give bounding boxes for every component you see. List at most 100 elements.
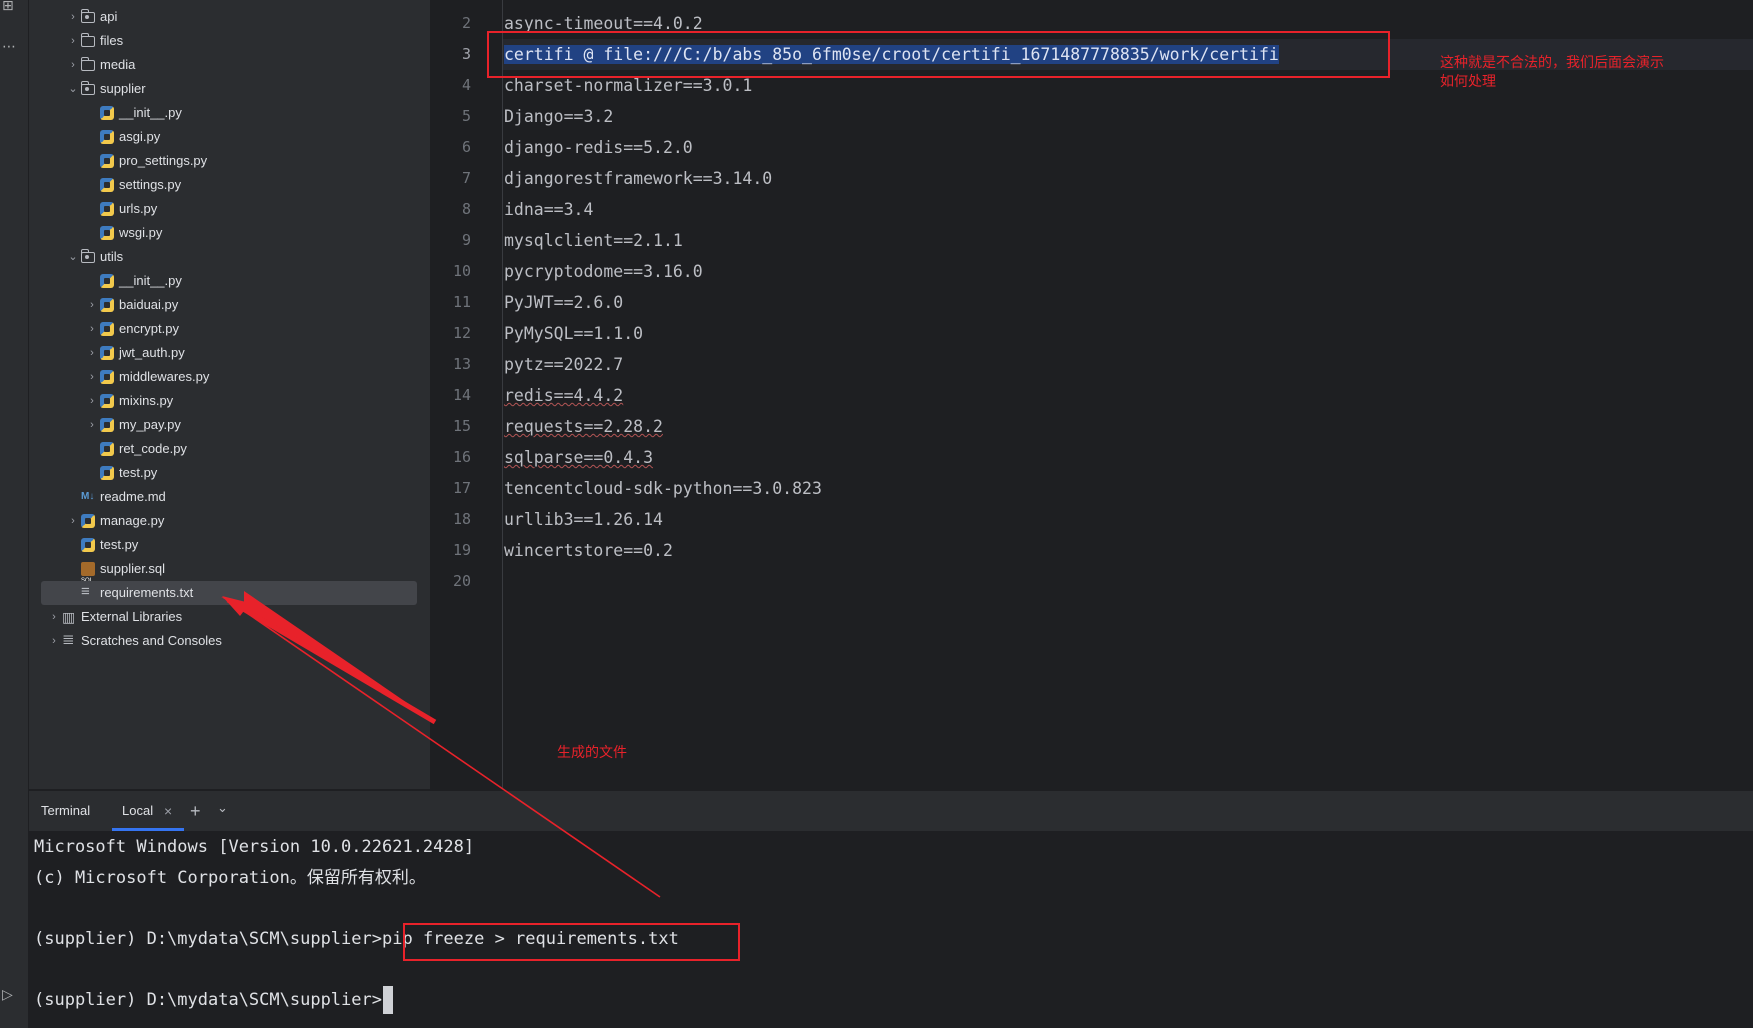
- tree-item[interactable]: ⌄ supplier: [29, 77, 430, 101]
- chevron-right-icon[interactable]: ›: [48, 629, 60, 653]
- tree-item[interactable]: › jwt_auth.py: [29, 341, 430, 365]
- tree-item-label: files: [100, 33, 124, 48]
- code-line[interactable]: sqlparse==0.4.3: [504, 442, 653, 473]
- tree-item[interactable]: › baiduai.py: [29, 293, 430, 317]
- python-file-icon: [100, 298, 114, 312]
- tree-item[interactable]: __init__.py: [29, 269, 430, 293]
- tree-item[interactable]: supplier.sql: [29, 557, 430, 593]
- terminal-output[interactable]: Microsoft Windows [Version 10.0.22621.24…: [29, 831, 1753, 1028]
- tree-item[interactable]: › middlewares.py: [29, 365, 430, 389]
- folder-icon: [81, 57, 95, 71]
- chevron-right-icon[interactable]: ›: [86, 413, 98, 437]
- tree-item[interactable]: › my_pay.py: [29, 413, 430, 437]
- code-line[interactable]: idna==3.4: [504, 194, 593, 225]
- tree-item[interactable]: asgi.py: [29, 125, 430, 149]
- python-file-icon: [100, 226, 114, 240]
- line-number: 9: [461, 231, 471, 249]
- tree-item[interactable]: urls.py: [29, 197, 430, 221]
- code-line[interactable]: django-redis==5.2.0: [504, 132, 693, 163]
- tree-item-label: wsgi.py: [119, 225, 163, 240]
- tree-item[interactable]: › api: [29, 5, 430, 29]
- tree-item[interactable]: › files: [29, 29, 430, 53]
- annotation-illegal-note-line1: 这种就是不合法的，我们后面会演示: [1440, 55, 1664, 71]
- tree-item[interactable]: requirements.txt: [29, 580, 430, 605]
- chevron-right-icon[interactable]: ›: [67, 509, 79, 533]
- code-text: sqlparse==0.4.3: [504, 448, 654, 467]
- chevron-right-icon[interactable]: ›: [67, 53, 79, 77]
- line-number: 7: [461, 169, 471, 187]
- python-file-icon: [81, 514, 95, 528]
- tree-item[interactable]: test.py: [29, 461, 430, 485]
- python-file-icon: [81, 538, 95, 552]
- tree-item[interactable]: › media: [29, 53, 430, 77]
- more-tools-icon[interactable]: ⋯: [2, 40, 16, 54]
- code-line[interactable]: djangorestframework==3.14.0: [504, 163, 772, 194]
- project-structure-icon[interactable]: ⊞: [2, 0, 14, 13]
- tree-item[interactable]: wsgi.py: [29, 221, 430, 245]
- python-file-icon: [100, 346, 114, 360]
- tree-item-label: requirements.txt: [100, 585, 194, 600]
- code-line[interactable]: urllib3==1.26.14: [504, 504, 663, 535]
- code-line[interactable]: PyMySQL==1.1.0: [504, 318, 643, 349]
- project-tree: › api › files › media ⌄ supplier __init__.py asgi…: [29, 0, 431, 789]
- tree-item[interactable]: › Scratches and Consoles: [29, 628, 430, 653]
- chevron-right-icon[interactable]: ›: [86, 341, 98, 365]
- line-number: 5: [461, 107, 471, 125]
- run-icon[interactable]: ▷: [2, 988, 13, 1002]
- chevron-right-icon[interactable]: ›: [67, 29, 79, 53]
- tree-item[interactable]: › encrypt.py: [29, 317, 430, 341]
- chevron-down-icon[interactable]: ⌄: [67, 245, 79, 269]
- python-file-icon: [100, 442, 114, 456]
- terminal-title[interactable]: Terminal: [41, 791, 90, 831]
- code-line[interactable]: PyJWT==2.6.0: [504, 287, 623, 318]
- python-file-icon: [100, 274, 114, 288]
- tree-item[interactable]: test.py: [29, 533, 430, 557]
- tree-item-label: media: [100, 57, 136, 72]
- line-number: 10: [452, 262, 471, 280]
- code-line[interactable]: redis==4.4.2: [504, 380, 623, 411]
- python-file-icon: [100, 130, 114, 144]
- code-text: djangorestframework==3.14.0: [504, 169, 773, 188]
- terminal-menu-chevron-icon[interactable]: ⌄: [217, 788, 228, 828]
- code-text: pytz==2022.7: [504, 355, 624, 374]
- python-file-icon: [100, 202, 114, 216]
- code-line[interactable]: pytz==2022.7: [504, 349, 623, 380]
- python-file-icon: [100, 394, 114, 408]
- tree-item[interactable]: pro_settings.py: [29, 149, 430, 173]
- chevron-right-icon[interactable]: ›: [86, 293, 98, 317]
- code-line[interactable]: Django==3.2: [504, 101, 613, 132]
- tree-item[interactable]: › External Libraries: [29, 605, 430, 629]
- tree-item[interactable]: › mixins.py: [29, 389, 430, 413]
- line-number-gutter: 2 3 4 5 6 7 8 9 10 11 12 13 14 15 16 17 18 19 20: [431, 0, 503, 789]
- annotation-generated-file-note: 生成的文件: [557, 745, 627, 761]
- tree-item[interactable]: ⌄ utils: [29, 245, 430, 269]
- tree-item[interactable]: settings.py: [29, 173, 430, 197]
- tree-item[interactable]: __init__.py: [29, 101, 430, 125]
- code-line[interactable]: requests==2.28.2: [504, 411, 663, 442]
- chevron-right-icon[interactable]: ›: [86, 389, 98, 413]
- new-terminal-icon[interactable]: +: [190, 791, 201, 831]
- chevron-down-icon[interactable]: ⌄: [67, 77, 79, 101]
- tree-item-label: supplier: [100, 81, 146, 96]
- chevron-right-icon[interactable]: ›: [86, 317, 98, 341]
- line-number: 20: [452, 572, 471, 590]
- code-line[interactable]: tencentcloud-sdk-python==3.0.823: [504, 473, 822, 504]
- code-line[interactable]: mysqlclient==2.1.1: [504, 225, 683, 256]
- python-file-icon: [100, 154, 114, 168]
- python-file-icon: [100, 466, 114, 480]
- tree-item[interactable]: › manage.py: [29, 509, 430, 533]
- chevron-right-icon[interactable]: ›: [48, 605, 60, 629]
- close-tab-icon[interactable]: ×: [164, 791, 172, 831]
- tree-item[interactable]: M↓ readme.md: [29, 485, 430, 509]
- code-line[interactable]: pycryptodome==3.16.0: [504, 256, 703, 287]
- tree-item-label: mixins.py: [119, 393, 174, 408]
- folder-icon: [81, 9, 95, 23]
- terminal-tab-local[interactable]: Local ×: [112, 791, 192, 831]
- tree-item-label: middlewares.py: [119, 369, 210, 384]
- code-line[interactable]: wincertstore==0.2: [504, 535, 673, 566]
- chevron-right-icon[interactable]: ›: [86, 365, 98, 389]
- chevron-right-icon[interactable]: ›: [67, 5, 79, 29]
- line-number: 18: [452, 510, 471, 528]
- tree-item[interactable]: ret_code.py: [29, 437, 430, 461]
- code-editor[interactable]: async-timeout==4.0.2 certifi @ file:///C:…: [503, 0, 1753, 789]
